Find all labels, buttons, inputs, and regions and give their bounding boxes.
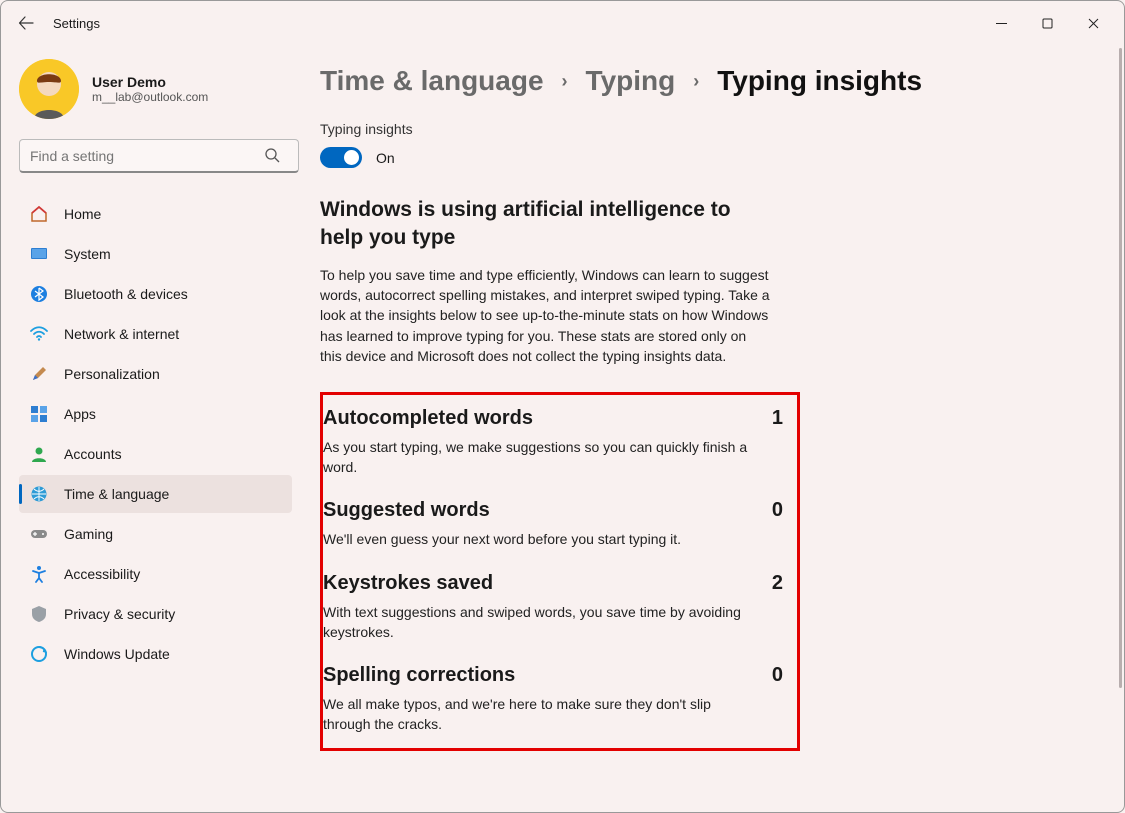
- nav-label: Bluetooth & devices: [64, 286, 188, 302]
- nav-item-privacy[interactable]: Privacy & security: [19, 595, 292, 633]
- stat-desc: As you start typing, we make suggestions…: [323, 438, 753, 477]
- breadcrumb-typing[interactable]: Typing: [586, 65, 676, 97]
- stat-value: 2: [772, 572, 783, 595]
- nav-label: System: [64, 246, 111, 262]
- nav-label: Gaming: [64, 526, 113, 542]
- nav-item-time-language[interactable]: Time & language: [19, 475, 292, 513]
- stat-title: Spelling corrections: [323, 664, 515, 687]
- minimize-icon: [996, 18, 1007, 29]
- nav-label: Network & internet: [64, 326, 179, 342]
- search-icon: [264, 147, 280, 168]
- settings-window: Settings: [0, 0, 1125, 813]
- toggle-state: On: [376, 150, 395, 166]
- stat-desc: With text suggestions and swiped words, …: [323, 603, 753, 642]
- ai-description: To help you save time and type efficient…: [320, 265, 770, 366]
- toggle-label: Typing insights: [320, 121, 1084, 137]
- nav-label: Home: [64, 206, 101, 222]
- nav-item-bluetooth[interactable]: Bluetooth & devices: [19, 275, 292, 313]
- titlebar: Settings: [1, 1, 1124, 45]
- typing-insights-stats: Autocompleted words 1 As you start typin…: [320, 392, 800, 751]
- stat-title: Autocompleted words: [323, 407, 533, 430]
- nav-item-apps[interactable]: Apps: [19, 395, 292, 433]
- nav-item-network[interactable]: Network & internet: [19, 315, 292, 353]
- close-icon: [1088, 18, 1099, 29]
- arrow-left-icon: [18, 15, 34, 31]
- user-email: m__lab@outlook.com: [92, 90, 208, 104]
- stat-keystrokes: Keystrokes saved 2 With text suggestions…: [323, 572, 783, 642]
- avatar-illustration-icon: [19, 59, 79, 119]
- stat-desc: We all make typos, and we're here to mak…: [323, 695, 753, 734]
- stat-title: Keystrokes saved: [323, 572, 493, 595]
- nav-label: Windows Update: [64, 646, 170, 662]
- apps-icon: [29, 404, 49, 424]
- nav-item-accounts[interactable]: Accounts: [19, 435, 292, 473]
- sidebar: User Demo m__lab@outlook.com Home System: [1, 45, 306, 812]
- nav-item-update[interactable]: Windows Update: [19, 635, 292, 673]
- stat-value: 1: [772, 407, 783, 430]
- search-wrap: [19, 139, 292, 173]
- nav-label: Accessibility: [64, 566, 140, 582]
- ai-heading: Windows is using artificial intelligence…: [320, 196, 760, 253]
- search-input[interactable]: [19, 139, 299, 173]
- close-button[interactable]: [1070, 7, 1116, 39]
- person-icon: [29, 444, 49, 464]
- nav-label: Time & language: [64, 486, 169, 502]
- stat-autocompleted: Autocompleted words 1 As you start typin…: [323, 407, 783, 477]
- globe-clock-icon: [29, 484, 49, 504]
- window-title: Settings: [53, 16, 100, 31]
- accessibility-icon: [29, 564, 49, 584]
- nav-label: Personalization: [64, 366, 160, 382]
- user-row[interactable]: User Demo m__lab@outlook.com: [19, 59, 292, 119]
- breadcrumb-current: Typing insights: [717, 65, 922, 97]
- typing-insights-toggle[interactable]: [320, 147, 362, 168]
- stat-title: Suggested words: [323, 499, 490, 522]
- window-controls: [978, 7, 1116, 39]
- nav-item-personalization[interactable]: Personalization: [19, 355, 292, 393]
- toggle-row: On: [320, 147, 1084, 168]
- wifi-icon: [29, 324, 49, 344]
- home-icon: [29, 204, 49, 224]
- back-button[interactable]: [9, 6, 43, 40]
- gamepad-icon: [29, 524, 49, 544]
- nav-item-home[interactable]: Home: [19, 195, 292, 233]
- nav-item-accessibility[interactable]: Accessibility: [19, 555, 292, 593]
- stat-suggested: Suggested words 0 We'll even guess your …: [323, 499, 783, 550]
- maximize-icon: [1042, 18, 1053, 29]
- bluetooth-icon: [29, 284, 49, 304]
- main-content: Time & language › Typing › Typing insigh…: [306, 45, 1124, 812]
- nav-item-system[interactable]: System: [19, 235, 292, 273]
- nav-label: Accounts: [64, 446, 122, 462]
- breadcrumb: Time & language › Typing › Typing insigh…: [320, 65, 1084, 97]
- nav-item-gaming[interactable]: Gaming: [19, 515, 292, 553]
- user-name: User Demo: [92, 74, 208, 90]
- scrollbar-thumb[interactable]: [1119, 48, 1122, 688]
- nav-label: Apps: [64, 406, 96, 422]
- body: User Demo m__lab@outlook.com Home System: [1, 45, 1124, 812]
- stat-value: 0: [772, 664, 783, 687]
- chevron-right-icon: ›: [562, 71, 568, 92]
- shield-icon: [29, 604, 49, 624]
- minimize-button[interactable]: [978, 7, 1024, 39]
- stat-spelling: Spelling corrections 0 We all make typos…: [323, 664, 783, 734]
- nav-label: Privacy & security: [64, 606, 175, 622]
- nav: Home System Bluetooth & devices Network …: [19, 195, 292, 673]
- stat-desc: We'll even guess your next word before y…: [323, 530, 753, 550]
- system-icon: [29, 244, 49, 264]
- maximize-button[interactable]: [1024, 7, 1070, 39]
- toggle-knob: [344, 150, 359, 165]
- update-icon: [29, 644, 49, 664]
- stat-value: 0: [772, 499, 783, 522]
- chevron-right-icon: ›: [693, 71, 699, 92]
- breadcrumb-time-language[interactable]: Time & language: [320, 65, 544, 97]
- avatar: [19, 59, 79, 119]
- user-text: User Demo m__lab@outlook.com: [92, 74, 208, 104]
- paintbrush-icon: [29, 364, 49, 384]
